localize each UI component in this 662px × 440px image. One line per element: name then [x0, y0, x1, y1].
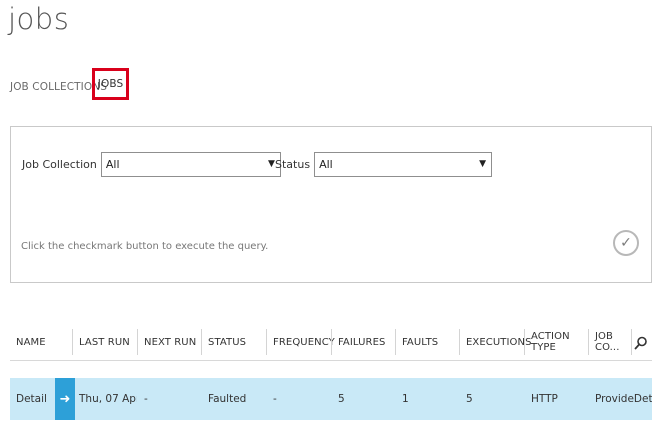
cell-job-collection: ProvideDetails [595, 393, 652, 405]
col-header-failures[interactable]: FAILURES [332, 323, 394, 361]
checkmark-icon: ✓ [620, 235, 632, 251]
cell-action-type: HTTP [531, 393, 558, 405]
col-header-action-type[interactable]: ACTION TYPE [525, 323, 587, 361]
cell-last-run: Thu, 07 Apr 20... [79, 393, 137, 405]
status-label: Status [275, 158, 311, 171]
cell-faults: 1 [402, 393, 409, 405]
col-header-frequency[interactable]: FREQUENCY [267, 323, 335, 361]
col-header-faults[interactable]: FAULTS [396, 323, 459, 361]
cell-next-run: - [144, 393, 148, 405]
col-header-executions[interactable]: EXECUTIONS [460, 323, 531, 361]
col-header-job-collection[interactable]: JOB CO... [589, 323, 631, 361]
dropdown-arrow-icon: ▼ [267, 159, 275, 169]
job-collection-select[interactable]: All ▼ [100, 152, 281, 177]
row-detail-arrow-icon[interactable]: ➜ [55, 378, 75, 420]
query-panel: Job Collection All ▼ Status All ▼ Click … [10, 126, 652, 283]
query-hint: Click the checkmark button to execute th… [21, 241, 269, 252]
cell-frequency: - [273, 393, 277, 405]
subnav: JOB COLLECTIONS JOBS [10, 68, 129, 100]
status-value: All [319, 158, 333, 171]
execute-query-button[interactable]: ✓ [613, 230, 639, 256]
status-filter: Status All ▼ [275, 152, 493, 177]
cell-executions: 5 [466, 393, 473, 405]
job-collection-filter: Job Collection All ▼ [22, 152, 281, 177]
col-header-last-run[interactable]: LAST RUN [73, 323, 136, 361]
col-header-status[interactable]: STATUS [202, 323, 265, 361]
col-header-name[interactable]: NAME [10, 323, 72, 361]
job-collection-label: Job Collection [22, 158, 97, 171]
jobs-grid: NAME LAST RUN NEXT RUN STATUS FREQUENCY … [10, 323, 652, 420]
cell-name[interactable]: Detail [10, 378, 55, 420]
job-collection-value: All [105, 158, 120, 171]
table-row[interactable]: Detail ➜ Thu, 07 Apr 20... - Faulted - 5… [10, 378, 652, 420]
col-header-next-run[interactable]: NEXT RUN [138, 323, 200, 361]
grid-header: NAME LAST RUN NEXT RUN STATUS FREQUENCY … [10, 323, 652, 361]
status-select[interactable]: All ▼ [314, 152, 493, 177]
dropdown-arrow-icon: ▼ [479, 159, 487, 169]
search-icon[interactable] [634, 335, 648, 350]
tab-jobs[interactable]: JOBS [92, 68, 129, 100]
page-title: jobs [8, 2, 70, 36]
cell-failures: 5 [338, 393, 345, 405]
cell-status: Faulted [208, 393, 247, 405]
